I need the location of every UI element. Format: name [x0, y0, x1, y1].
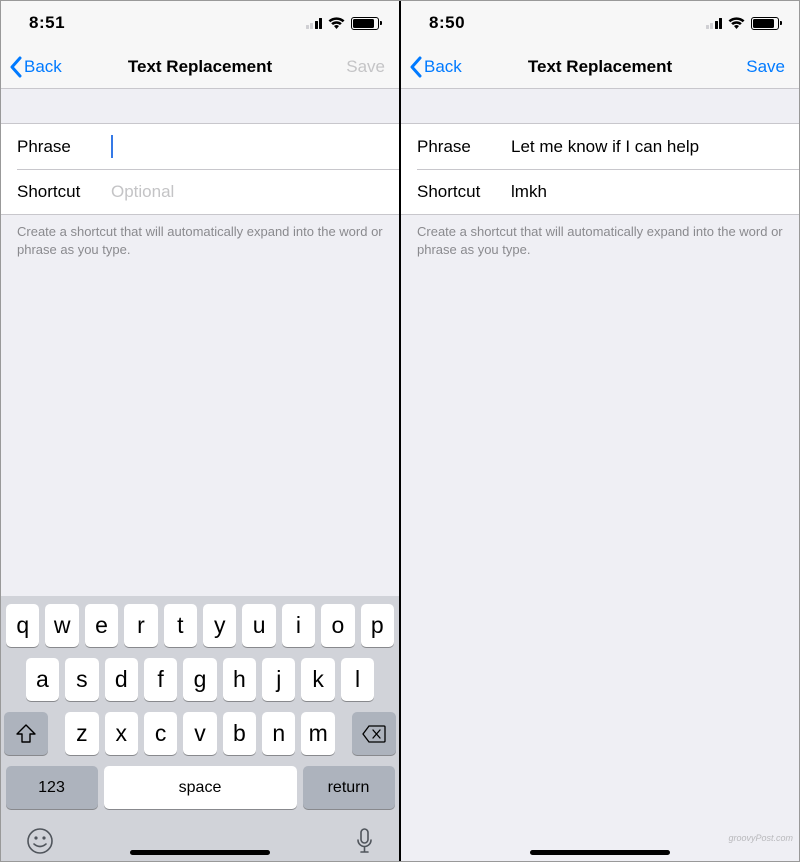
key-y[interactable]: y	[203, 604, 236, 647]
shortcut-row: Shortcut	[17, 169, 399, 214]
back-button[interactable]: Back	[409, 45, 462, 88]
home-indicator[interactable]	[130, 850, 270, 855]
phrase-row: Phrase	[1, 124, 399, 169]
form-hint: Create a shortcut that will automaticall…	[1, 215, 399, 258]
phrase-row: Phrase	[401, 124, 799, 169]
nav-title: Text Replacement	[528, 57, 672, 77]
key-k[interactable]: k	[301, 658, 334, 701]
emoji-icon[interactable]	[26, 827, 54, 855]
key-c[interactable]: c	[144, 712, 177, 755]
cellular-icon	[706, 17, 723, 29]
phrase-input[interactable]	[511, 137, 783, 157]
shortcut-row: Shortcut	[417, 169, 799, 214]
key-r[interactable]: r	[124, 604, 157, 647]
back-label: Back	[24, 57, 62, 77]
back-label: Back	[424, 57, 462, 77]
key-t[interactable]: t	[164, 604, 197, 647]
nav-bar: Back Text Replacement Save	[401, 45, 799, 89]
nav-title: Text Replacement	[128, 57, 272, 77]
key-a[interactable]: a	[26, 658, 59, 701]
key-row-1: qwertyuiop	[4, 604, 396, 647]
keyboard: qwertyuiop asdfghjkl zxcvbnm 123 space r…	[1, 596, 399, 861]
form-group: Phrase Shortcut	[401, 123, 799, 215]
delete-key[interactable]	[352, 712, 396, 755]
key-n[interactable]: n	[262, 712, 295, 755]
phrase-label: Phrase	[17, 137, 111, 157]
key-row-4: 123 space return	[4, 766, 396, 809]
key-i[interactable]: i	[282, 604, 315, 647]
status-time: 8:50	[429, 13, 465, 33]
save-button[interactable]: Save	[346, 45, 385, 88]
key-q[interactable]: q	[6, 604, 39, 647]
chevron-left-icon	[9, 56, 22, 78]
home-indicator[interactable]	[530, 850, 670, 855]
wifi-icon	[728, 17, 745, 30]
key-f[interactable]: f	[144, 658, 177, 701]
shortcut-label: Shortcut	[17, 182, 111, 202]
key-z[interactable]: z	[65, 712, 98, 755]
battery-icon	[751, 17, 779, 30]
phone-right: 8:50 Back Text Replacement Save Ph	[401, 1, 799, 861]
status-bar: 8:50	[401, 1, 799, 45]
phone-left: 8:51 Back Text Replacement Save Ph	[1, 1, 399, 861]
space-key[interactable]: space	[104, 766, 297, 809]
key-s[interactable]: s	[65, 658, 98, 701]
key-u[interactable]: u	[242, 604, 275, 647]
key-v[interactable]: v	[183, 712, 216, 755]
status-bar: 8:51	[1, 1, 399, 45]
status-icons	[706, 17, 780, 30]
status-time: 8:51	[29, 13, 65, 33]
status-icons	[306, 17, 380, 30]
cellular-icon	[306, 17, 323, 29]
key-j[interactable]: j	[262, 658, 295, 701]
key-g[interactable]: g	[183, 658, 216, 701]
shift-key[interactable]	[4, 712, 48, 755]
chevron-left-icon	[409, 56, 422, 78]
key-row-2: asdfghjkl	[4, 658, 396, 701]
key-x[interactable]: x	[105, 712, 138, 755]
key-row-3: zxcvbnm	[4, 712, 396, 755]
watermark: groovyPost.com	[728, 833, 793, 843]
shortcut-input[interactable]	[511, 182, 783, 202]
key-b[interactable]: b	[223, 712, 256, 755]
key-o[interactable]: o	[321, 604, 354, 647]
phrase-input[interactable]	[113, 137, 383, 157]
shortcut-label: Shortcut	[417, 182, 511, 202]
back-button[interactable]: Back	[9, 45, 62, 88]
phrase-label: Phrase	[417, 137, 511, 157]
key-w[interactable]: w	[45, 604, 78, 647]
key-m[interactable]: m	[301, 712, 334, 755]
key-p[interactable]: p	[361, 604, 394, 647]
mic-icon[interactable]	[355, 827, 374, 855]
nav-bar: Back Text Replacement Save	[1, 45, 399, 89]
shortcut-input[interactable]	[111, 182, 383, 202]
key-d[interactable]: d	[105, 658, 138, 701]
symbols-key[interactable]: 123	[6, 766, 98, 809]
return-key[interactable]: return	[303, 766, 395, 809]
key-e[interactable]: e	[85, 604, 118, 647]
save-button[interactable]: Save	[746, 45, 785, 88]
battery-icon	[351, 17, 379, 30]
form-hint: Create a shortcut that will automaticall…	[401, 215, 799, 258]
form-group: Phrase Shortcut	[1, 123, 399, 215]
wifi-icon	[328, 17, 345, 30]
key-l[interactable]: l	[341, 658, 374, 701]
key-h[interactable]: h	[223, 658, 256, 701]
